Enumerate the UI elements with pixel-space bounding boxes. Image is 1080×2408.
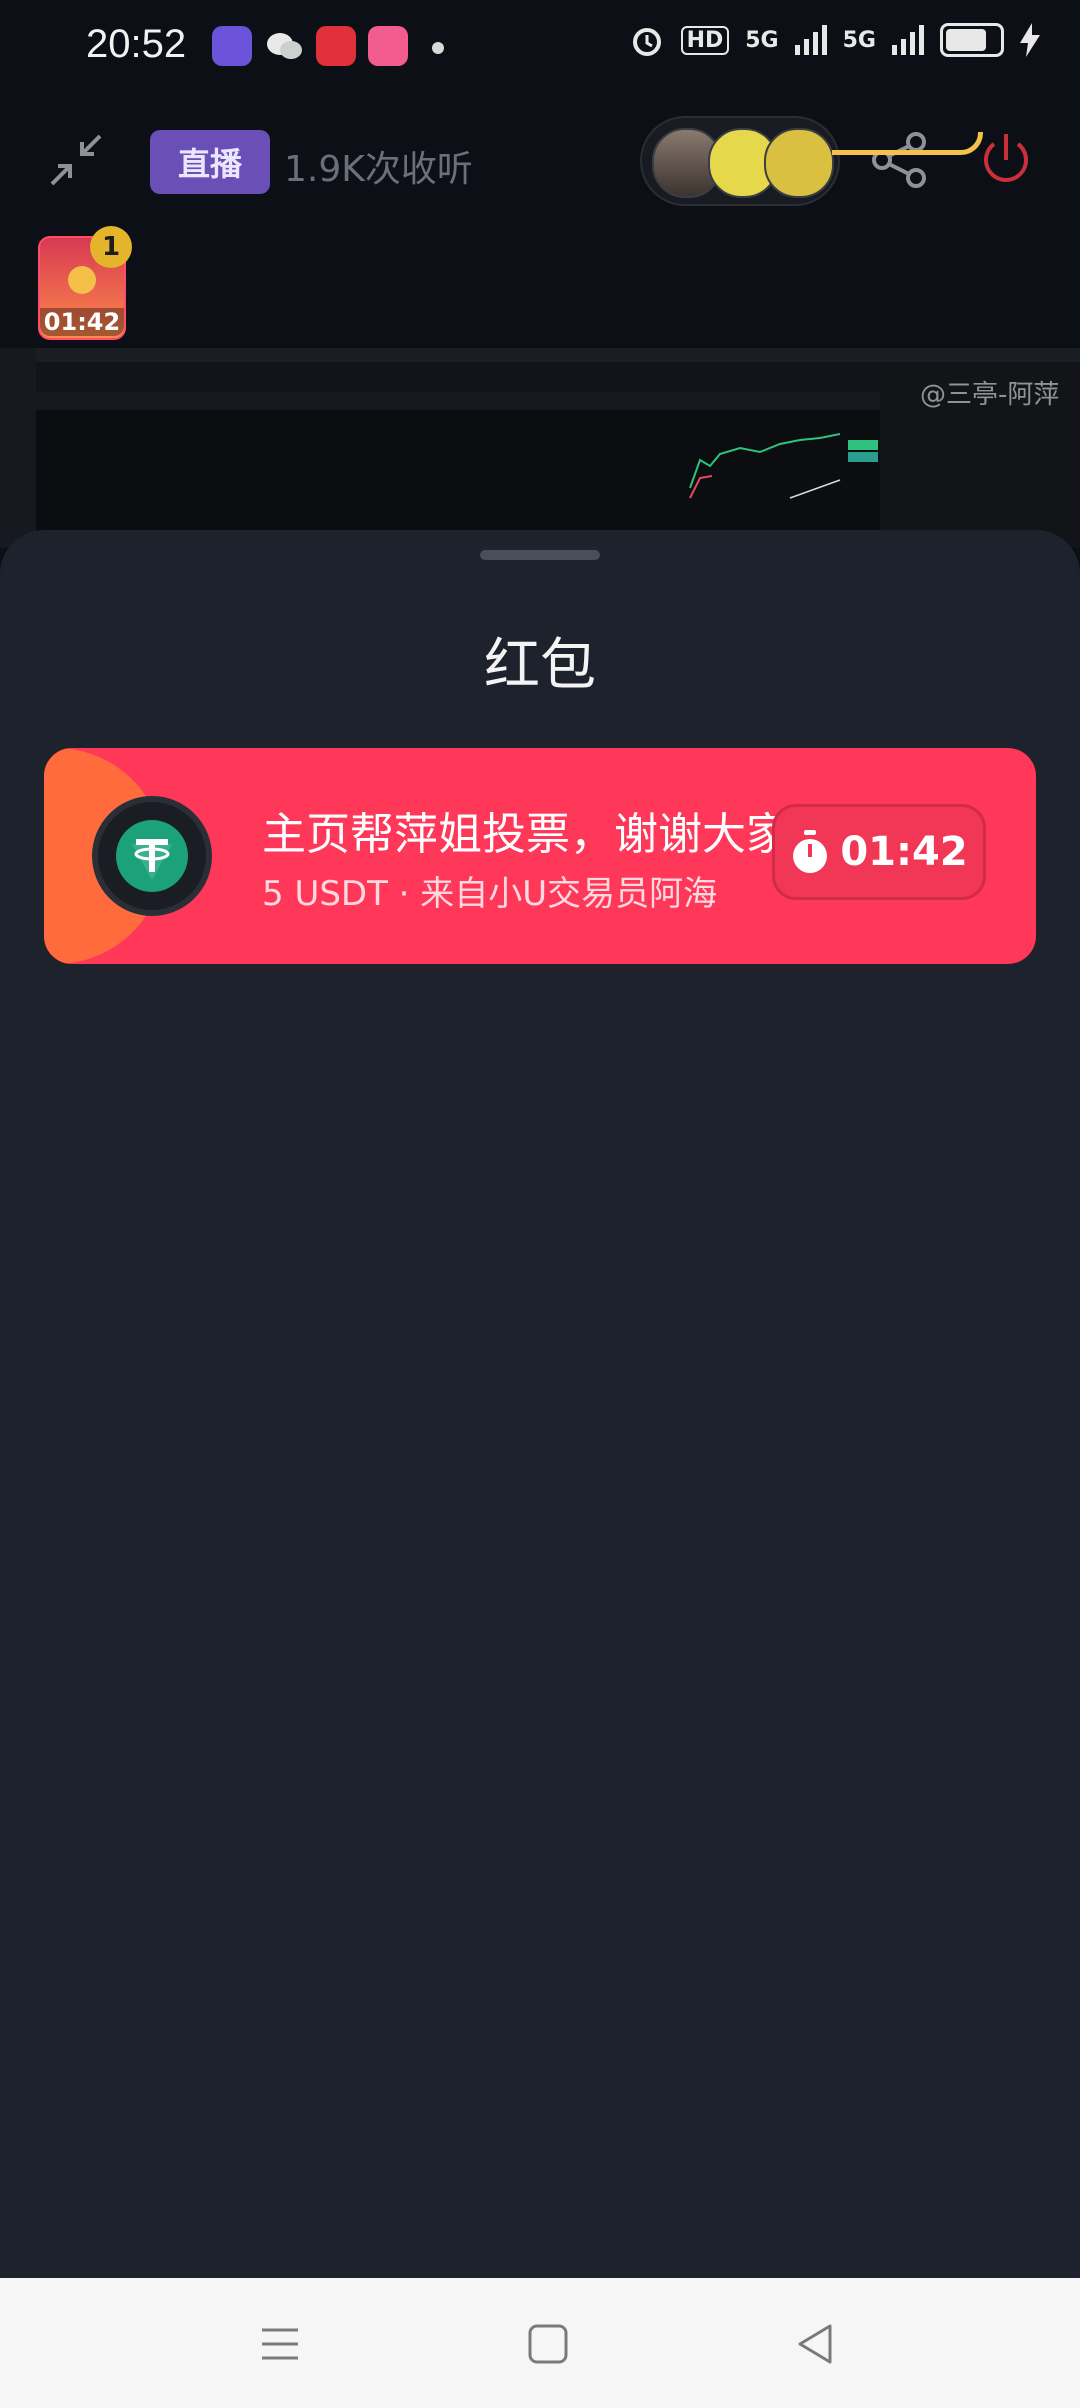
nav-menu-button[interactable] [252,2316,308,2372]
live-badge: 直播 [150,130,270,194]
hd-indicator: HD [680,25,730,55]
notification-dot [432,42,444,54]
back-icon [798,2324,832,2364]
sheet-title: 红包 [484,633,596,698]
video-watermark: @三亭-阿萍 [920,380,1060,410]
red-packet-countdown: 01:42 [40,308,124,336]
network-5g-1: 5G [745,27,779,53]
avatar[interactable] [764,128,834,198]
timer-progress-arc [832,132,983,155]
home-icon [528,2324,568,2364]
alarm-icon [632,28,661,56]
toutiao-app-icon [316,26,356,66]
signal-icon-1 [794,25,827,55]
nav-home-button[interactable] [520,2316,576,2372]
speaker-avatars[interactable] [640,116,840,206]
battery-icon [940,23,1004,57]
minimize-button[interactable] [44,128,108,192]
signal-icon-2 [892,25,924,55]
red-packet-card[interactable]: 主页帮萍姐投票，谢谢大家 5 USDT · 来自小U交易员阿海 01:42 [44,748,1036,964]
trading-chart-preview [0,348,1080,548]
red-packet-timer: 01:42 [772,804,986,900]
power-icon [984,134,1028,182]
sheet-drag-handle[interactable] [480,550,600,560]
status-indicators: HD 5G 5G [629,22,1040,58]
bilibili-app-icon [368,26,408,66]
wechat-app-icon [264,26,304,66]
red-packet-count-badge: 1 [90,226,132,268]
nav-back-button[interactable] [788,2316,844,2372]
usdt-coin [92,796,212,916]
stopwatch-icon [793,830,828,873]
status-clock: 20:52 [86,22,187,66]
screen-share-video[interactable] [0,348,1080,548]
red-packet-message: 主页帮萍姐投票，谢谢大家 [262,809,790,860]
browser-app-icon [212,26,252,66]
leave-room-button[interactable] [974,128,1038,192]
network-5g-2: 5G [842,27,876,53]
menu-icon [262,2328,298,2360]
minimize-icon [50,134,102,186]
red-packet-detail: 5 USDT · 来自小U交易员阿海 [262,874,718,914]
listen-count: 1.9K次收听 [284,149,473,190]
charging-icon [1020,23,1040,57]
usdt-icon [116,820,188,892]
red-packet-timer-text: 01:42 [840,829,968,875]
